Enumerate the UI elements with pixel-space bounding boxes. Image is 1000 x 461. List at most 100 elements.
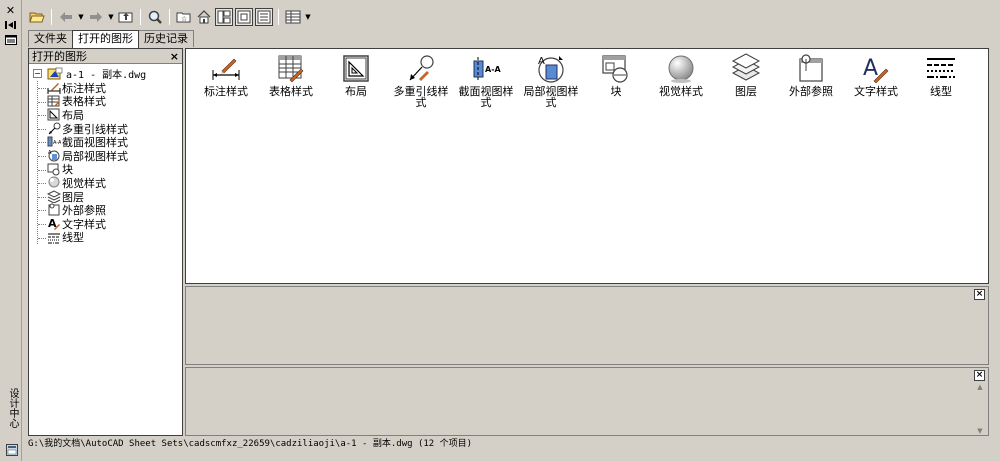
layer-icon: [731, 53, 761, 81]
svg-text:A: A: [538, 56, 545, 67]
tree-item-visualstyle[interactable]: 视觉样式: [38, 176, 182, 190]
collapse-icon[interactable]: −: [33, 69, 42, 78]
content-item-dimstyle[interactable]: 标注样式: [194, 53, 258, 108]
tree-item-textstyle[interactable]: A 文字样式: [38, 217, 182, 231]
tree-header-title: 打开的图形: [32, 50, 87, 63]
views-icon[interactable]: [284, 8, 302, 26]
search-icon[interactable]: [146, 8, 164, 26]
toolbar-separator: [169, 9, 170, 25]
content-item-tablestyle[interactable]: 表格样式: [259, 53, 323, 108]
svg-text:A-A: A-A: [485, 65, 502, 74]
tree-root-item[interactable]: − a-1 - 副本.dwg: [29, 66, 182, 81]
close-palette-icon[interactable]: ✕: [3, 3, 18, 17]
dimstyle-icon: [47, 83, 61, 94]
tab-strip: 文件夹 打开的图形 历史记录: [28, 30, 194, 48]
tree-item-detailviewstyle[interactable]: A 局部视图样式: [38, 149, 182, 163]
toolbar: ▼ ▼ ☆ ▼: [28, 6, 312, 28]
visualstyle-icon: [668, 55, 694, 83]
svg-text:A-A: A-A: [53, 140, 61, 146]
tree-view: − a-1 - 副本.dwg 标注样式 表格样式 布局 多重引线样式 A-A 截…: [29, 64, 182, 244]
linetype-icon: [48, 233, 60, 244]
linetype-icon: [927, 58, 955, 78]
views-dropdown-icon[interactable]: ▼: [304, 8, 312, 26]
content-item-xref[interactable]: 外部参照: [779, 53, 843, 108]
tree-item-block[interactable]: 块: [38, 163, 182, 176]
content-pane: 标注样式 表格样式 布局 多重引线样式 A-A 截面视图样式 A 局部视图样式: [185, 48, 989, 284]
content-item-textstyle[interactable]: A 文字样式: [844, 53, 908, 108]
description-close-icon[interactable]: ×: [974, 370, 985, 381]
scroll-up-icon[interactable]: ▲: [977, 383, 982, 391]
tree-item-xref[interactable]: 外部参照: [38, 203, 182, 217]
layout-icon: [343, 55, 369, 82]
tree-children: 标注样式 表格样式 布局 多重引线样式 A-A 截面视图样式 A 局部视图样式 …: [37, 81, 182, 244]
palette-title: 设计中心: [7, 388, 18, 428]
description-pane: × ▲ ▼: [185, 367, 989, 436]
content-grid: 标注样式 表格样式 布局 多重引线样式 A-A 截面视图样式 A 局部视图样式: [194, 53, 974, 108]
tree-close-icon[interactable]: ×: [170, 50, 179, 63]
tree-item-dimstyle[interactable]: 标注样式: [38, 81, 182, 95]
tab-folders[interactable]: 文件夹: [28, 30, 73, 47]
home-icon[interactable]: [195, 8, 213, 26]
detailviewstyle-icon: A: [48, 150, 60, 162]
content-item-layer[interactable]: 图层: [714, 53, 778, 108]
tablestyle-icon: [47, 95, 60, 107]
xref-icon: [48, 203, 60, 216]
up-icon[interactable]: [117, 8, 135, 26]
tree-header: 打开的图形 ×: [29, 49, 182, 64]
scroll-down-icon[interactable]: ▼: [977, 427, 982, 435]
svg-text:A: A: [48, 150, 52, 156]
detailviewstyle-icon: A: [538, 56, 564, 83]
tab-open-drawings[interactable]: 打开的图形: [72, 30, 139, 48]
design-center-window: ▼ ▼ ☆ ▼ 文件夹 打开的图形 历史记录 打开的图形 × − a-1 - 副…: [24, 0, 1000, 461]
tree-root-label: a-1 - 副本.dwg: [66, 70, 147, 81]
content-item-linetype[interactable]: 线型: [909, 53, 973, 108]
textstyle-icon: A: [48, 217, 60, 230]
xref-icon: [799, 54, 823, 82]
properties-icon[interactable]: [3, 33, 18, 47]
forward-dropdown-icon[interactable]: ▼: [107, 8, 115, 26]
layer-icon: [47, 190, 61, 203]
dimstyle-icon: [212, 58, 240, 80]
toolbar-separator: [51, 9, 52, 25]
preview-icon[interactable]: [235, 8, 253, 26]
mleaderstyle-icon: [409, 55, 434, 81]
svg-text:A: A: [863, 56, 878, 81]
block-icon: [602, 55, 628, 83]
block-icon: [47, 163, 60, 176]
status-bar-path: G:\我的文档\AutoCAD Sheet Sets\cadscmfxz_226…: [28, 439, 473, 449]
tree-item-linetype[interactable]: 线型: [38, 231, 182, 244]
content-item-visualstyle[interactable]: 视觉样式: [649, 53, 713, 108]
description-icon[interactable]: [255, 8, 273, 26]
content-item-mleaderstyle[interactable]: 多重引线样式: [389, 53, 453, 108]
back-dropdown-icon[interactable]: ▼: [77, 8, 85, 26]
palette-strip: ✕ 设计中心: [0, 0, 22, 461]
content-item-sectionviewstyle[interactable]: A-A 截面视图样式: [454, 53, 518, 108]
tree-toggle-icon[interactable]: [215, 8, 233, 26]
favorites-icon[interactable]: ☆: [175, 8, 193, 26]
forward-icon[interactable]: [87, 8, 105, 26]
toolbar-separator: [278, 9, 279, 25]
visualstyle-icon: [48, 176, 60, 188]
content-item-block[interactable]: 块: [584, 53, 648, 108]
auto-hide-icon[interactable]: [3, 18, 18, 32]
open-icon[interactable]: [28, 8, 46, 26]
textstyle-icon: A: [863, 56, 889, 84]
preview-close-icon[interactable]: ×: [974, 289, 985, 300]
tablestyle-icon: [278, 55, 304, 83]
palette-menu-icon[interactable]: [4, 443, 19, 457]
tree-pane: 打开的图形 × − a-1 - 副本.dwg 标注样式 表格样式 布局 多重引线…: [28, 48, 183, 436]
content-item-layout[interactable]: 布局: [324, 53, 388, 108]
mleaderstyle-icon: [48, 122, 61, 135]
back-icon[interactable]: [57, 8, 75, 26]
content-item-detailviewstyle[interactable]: A 局部视图样式: [519, 53, 583, 108]
preview-pane: ×: [185, 286, 989, 365]
description-scrollbar[interactable]: ▲ ▼: [974, 383, 986, 435]
tree-item-tablestyle[interactable]: 表格样式: [38, 95, 182, 108]
sectionviewstyle-icon: A-A: [47, 136, 61, 147]
svg-text:☆: ☆: [181, 15, 187, 23]
layout-icon: [47, 108, 60, 121]
tab-history[interactable]: 历史记录: [138, 30, 194, 47]
tree-item-layer[interactable]: 图层: [38, 190, 182, 204]
drawing-file-icon: [47, 67, 63, 79]
toolbar-separator: [140, 9, 141, 25]
